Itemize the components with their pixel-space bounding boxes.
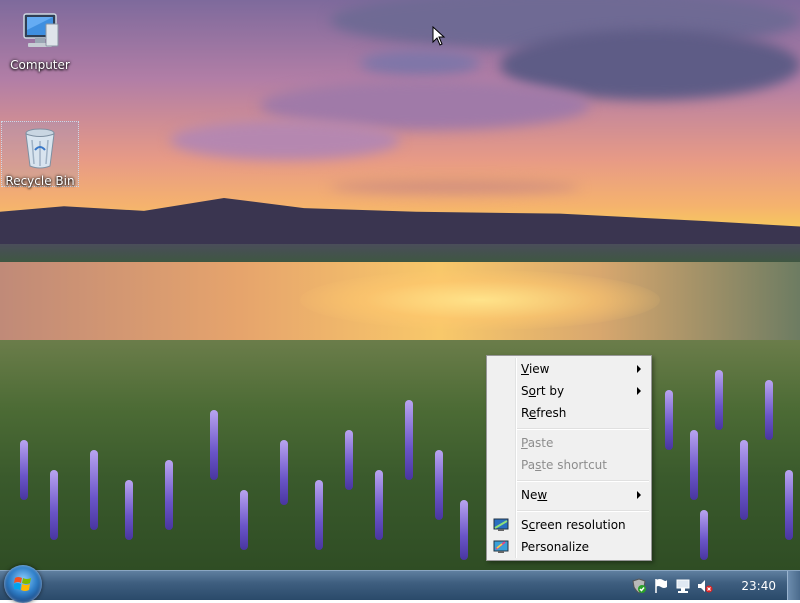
mountains — [0, 198, 800, 244]
flower — [315, 480, 323, 550]
submenu-arrow-icon — [637, 387, 641, 395]
flower — [435, 450, 443, 520]
cloud — [170, 120, 400, 160]
cloud — [330, 180, 580, 194]
flower — [20, 440, 28, 500]
mouse-cursor-icon — [432, 25, 446, 46]
flower — [765, 380, 773, 440]
desktop-icon-label: Computer — [10, 58, 70, 72]
system-tray: 23:40 — [631, 571, 782, 600]
submenu-arrow-icon — [637, 491, 641, 499]
flower — [240, 490, 248, 550]
flower — [125, 480, 133, 540]
desktop-wallpaper[interactable] — [0, 0, 800, 570]
menu-item-screen-resolution[interactable]: Screen resolution — [489, 514, 649, 536]
desktop-context-menu: View Sort by Refresh Paste Paste shortcu… — [486, 355, 652, 561]
flower — [690, 430, 698, 500]
recycle-bin-icon — [16, 124, 64, 172]
flower — [90, 450, 98, 530]
menu-separator — [517, 480, 649, 482]
security-shield-icon[interactable] — [631, 577, 647, 594]
flower — [715, 370, 723, 430]
cloud — [360, 50, 480, 76]
desktop-icon-label: Recycle Bin — [5, 174, 75, 188]
windows-orb-icon — [13, 575, 32, 593]
flower — [210, 410, 218, 480]
flower — [740, 440, 748, 520]
flower — [405, 400, 413, 480]
desktop-icon-computer[interactable]: Computer — [2, 8, 78, 72]
flower — [460, 500, 468, 560]
menu-item-sort-by[interactable]: Sort by — [489, 380, 649, 402]
meadow — [0, 340, 800, 570]
menu-item-label: Screen resolution — [521, 518, 626, 532]
menu-item-label: Personalize — [521, 540, 590, 554]
flower — [50, 470, 58, 540]
menu-item-new[interactable]: New — [489, 484, 649, 506]
taskbar: 23:40 — [0, 565, 800, 603]
flower — [165, 460, 173, 530]
flower — [785, 470, 793, 540]
computer-icon — [16, 8, 64, 56]
menu-item-label: Refresh — [521, 406, 567, 420]
flower — [280, 440, 288, 505]
taskbar-clock[interactable]: 23:40 — [741, 579, 776, 593]
network-icon[interactable] — [675, 578, 691, 594]
submenu-arrow-icon — [637, 365, 641, 373]
volume-muted-icon[interactable] — [697, 578, 713, 594]
flower — [665, 390, 673, 450]
menu-item-paste[interactable]: Paste — [489, 432, 649, 454]
menu-separator — [517, 510, 649, 512]
menu-item-label: Paste shortcut — [521, 458, 607, 472]
menu-item-view[interactable]: View — [489, 358, 649, 380]
menu-item-personalize[interactable]: Personalize — [489, 536, 649, 558]
flower — [700, 510, 708, 560]
action-center-flag-icon[interactable] — [653, 578, 669, 594]
menu-item-label: New — [521, 488, 548, 502]
menu-item-paste-shortcut[interactable]: Paste shortcut — [489, 454, 649, 476]
menu-item-label: Paste — [521, 436, 554, 450]
menu-item-label: Sort by — [521, 384, 565, 398]
screen-resolution-icon — [493, 517, 509, 531]
menu-item-refresh[interactable]: Refresh — [489, 402, 649, 424]
lake-reflection — [300, 270, 660, 330]
desktop-icon-recycle-bin[interactable]: Recycle Bin — [1, 121, 79, 188]
personalize-icon — [493, 539, 509, 553]
flower — [375, 470, 383, 540]
menu-separator — [517, 428, 649, 430]
menu-item-label: View — [521, 362, 550, 376]
start-button[interactable] — [4, 565, 42, 603]
flower — [345, 430, 353, 490]
show-desktop-button[interactable] — [787, 571, 800, 600]
